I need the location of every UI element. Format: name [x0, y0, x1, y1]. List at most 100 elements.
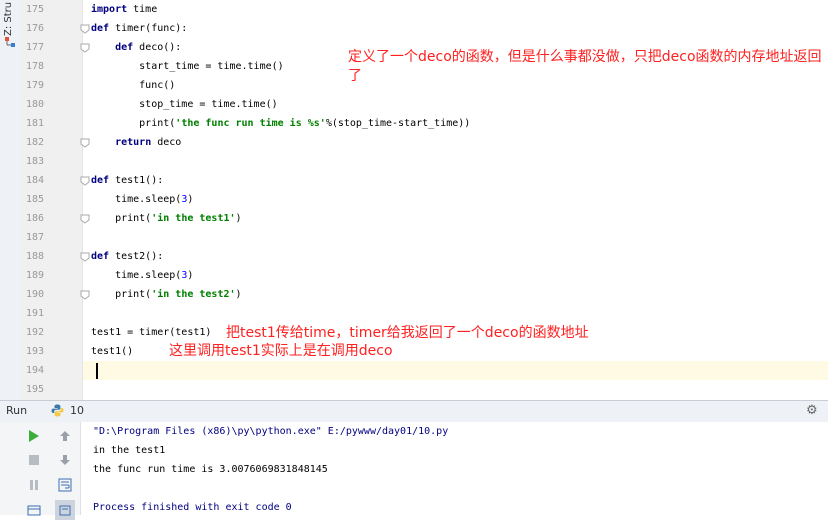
current-code-line[interactable]	[83, 361, 828, 380]
line-number: 188	[25, 251, 44, 262]
keyword-token: def	[115, 42, 134, 53]
code-line[interactable]	[83, 380, 828, 399]
stop-icon	[29, 455, 39, 465]
string-token: 'in the test2'	[151, 289, 236, 300]
pause-icon	[30, 480, 38, 490]
line-number: 177	[25, 42, 44, 53]
run-console-output[interactable]: "D:\Program Files (x86)\py\python.exe" E…	[81, 422, 828, 515]
console-output-line: in the test1	[93, 445, 166, 456]
code-line[interactable]: time.sleep(3)	[83, 190, 828, 209]
code-token: test2():	[109, 251, 164, 262]
annotation-timer: 把test1传给time，timer给我返回了一个deco的函数地址	[226, 325, 589, 341]
keyword-token: def	[91, 175, 110, 186]
code-token: print(	[91, 289, 152, 300]
code-token: )	[235, 289, 242, 300]
line-number: 184	[25, 175, 44, 186]
console-exit-line: Process finished with exit code 0	[93, 502, 292, 513]
code-text: def test2():	[91, 247, 163, 266]
code-line[interactable]	[83, 304, 828, 323]
line-number: 189	[25, 270, 44, 281]
code-token: func()	[91, 80, 176, 91]
code-line[interactable]: def timer(func):	[83, 19, 828, 38]
line-number: 186	[25, 213, 44, 224]
string-token: 'in the test1'	[151, 213, 236, 224]
code-token: )	[187, 194, 194, 205]
line-number: 183	[25, 156, 44, 167]
annotation-call: 这里调用test1实际上是在调用deco	[169, 343, 393, 359]
code-text: start_time = time.time()	[91, 57, 284, 76]
line-number: 179	[25, 80, 44, 91]
line-number: 185	[25, 194, 44, 205]
code-token: %(stop_time-start_time))	[325, 118, 471, 129]
python-icon	[51, 404, 64, 417]
line-number: 190	[25, 289, 44, 300]
code-text: test1 = timer(test1)	[91, 323, 211, 342]
code-line[interactable]	[83, 152, 828, 171]
soft-wrap-button[interactable]	[55, 475, 75, 495]
run-tab-label[interactable]: Run	[6, 404, 27, 417]
console-command-line: "D:\Program Files (x86)\py\python.exe" E…	[93, 426, 449, 437]
settings-button[interactable]	[24, 500, 44, 520]
code-token: stop_time = time.time()	[91, 99, 278, 110]
rerun-button[interactable]	[24, 426, 44, 446]
code-text: def timer(func):	[91, 19, 187, 38]
code-line[interactable]	[83, 228, 828, 247]
code-text: print('in the test2')	[91, 285, 242, 304]
code-token: deco():	[133, 42, 182, 53]
code-line[interactable]: print('the func run time is %s'%(stop_ti…	[83, 114, 828, 133]
arrow-up-icon	[60, 431, 70, 441]
code-token: test1():	[109, 175, 164, 186]
code-line[interactable]: time.sleep(3)	[83, 266, 828, 285]
code-text: time.sleep(3)	[91, 190, 193, 209]
code-text: import time	[91, 0, 157, 19]
code-token: time	[127, 4, 158, 15]
arrow-down-icon	[60, 455, 70, 465]
line-number: 195	[25, 384, 44, 395]
code-token: )	[235, 213, 242, 224]
console-output-line: the func run time is 3.0076069831848145	[93, 464, 328, 475]
run-config-name[interactable]: 10	[70, 404, 84, 417]
code-text: print('the func run time is %s'%(stop_ti…	[91, 114, 470, 133]
line-number: 193	[25, 346, 44, 357]
gear-icon[interactable]: ⚙	[806, 403, 818, 418]
line-number: 180	[25, 99, 44, 110]
code-text: time.sleep(3)	[91, 266, 193, 285]
scroll-down-button[interactable]	[55, 450, 75, 470]
stop-button[interactable]	[24, 450, 44, 470]
code-token: test1()	[91, 346, 134, 357]
code-text: print('in the test1')	[91, 209, 242, 228]
string-token: 'the func run time is %s'	[175, 118, 326, 129]
code-token: print(	[91, 213, 152, 224]
code-token: time.sleep(	[91, 270, 182, 281]
scroll-up-button[interactable]	[55, 426, 75, 446]
code-token: )	[187, 270, 194, 281]
code-line[interactable]: stop_time = time.time()	[83, 95, 828, 114]
keyword-token: def	[91, 23, 110, 34]
soft-wrap-icon	[58, 478, 72, 492]
code-line[interactable]: def test2():	[83, 247, 828, 266]
code-line[interactable]: return deco	[83, 133, 828, 152]
line-number: 191	[25, 308, 44, 319]
code-text: func()	[91, 76, 175, 95]
code-line[interactable]: print('in the test2')	[83, 285, 828, 304]
line-number: 194	[25, 365, 44, 376]
line-number: 182	[25, 137, 44, 148]
line-number: 187	[25, 232, 44, 243]
code-text: def test1():	[91, 171, 163, 190]
code-line[interactable]: print('in the test1')	[83, 209, 828, 228]
code-text: test1()	[91, 342, 133, 361]
code-text: stop_time = time.time()	[91, 95, 278, 114]
code-line[interactable]: def test1():	[83, 171, 828, 190]
pin-button[interactable]	[55, 500, 75, 520]
keyword-token: return	[115, 137, 152, 148]
code-editor[interactable]: import time def timer(func): def deco(): …	[83, 0, 828, 400]
run-toolbar	[0, 422, 81, 520]
code-token: print(	[91, 118, 176, 129]
line-number: 181	[25, 118, 44, 129]
structure-icon[interactable]	[4, 36, 16, 48]
code-line[interactable]: import time	[83, 0, 828, 19]
code-token: deco	[151, 137, 182, 148]
pause-button[interactable]	[24, 475, 44, 495]
